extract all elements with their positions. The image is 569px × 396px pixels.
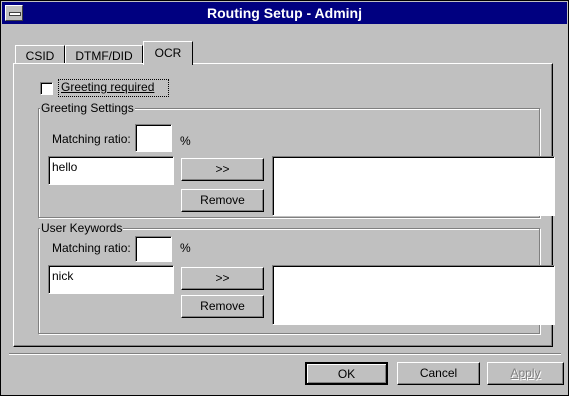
greeting-required-checkbox[interactable] [40, 82, 53, 95]
cancel-button[interactable]: Cancel [397, 362, 480, 385]
cancel-label: Cancel [419, 366, 458, 380]
add-arrows-icon: >> [215, 162, 230, 176]
ok-label: OK [337, 367, 356, 381]
keywords-matching-ratio-label: Matching ratio: [52, 241, 131, 255]
apply-button: Apply [487, 362, 564, 385]
greeting-add-button[interactable]: >> [181, 158, 264, 181]
routing-setup-dialog: Routing Setup - Adminj CSID DTMF/DID OCR… [0, 0, 569, 396]
keywords-remove-button[interactable]: Remove [181, 295, 264, 318]
footer-separator [9, 353, 561, 355]
keywords-add-button[interactable]: >> [181, 267, 264, 290]
greeting-keyword-list[interactable] [272, 156, 555, 216]
greeting-required-text: Greeting required [61, 80, 155, 94]
tab-label: DTMF/DID [75, 49, 133, 63]
ocr-tab-panel: Greeting required Greeting Settings Matc… [13, 63, 555, 347]
greeting-matching-ratio-label: Matching ratio: [52, 132, 131, 146]
tab-dtmf-did[interactable]: DTMF/DID [65, 45, 143, 64]
greeting-required-label[interactable]: Greeting required [61, 80, 154, 94]
user-keyword-input[interactable]: nick [48, 265, 174, 294]
greeting-matching-ratio-input[interactable] [135, 124, 172, 152]
tab-label: OCR [154, 46, 182, 60]
tab-csid[interactable]: CSID [15, 45, 65, 64]
window-title: Routing Setup - Adminj [206, 5, 362, 21]
greeting-percent-label: % [180, 134, 191, 148]
remove-label: Remove [200, 299, 245, 313]
greeting-remove-button[interactable]: Remove [181, 189, 264, 212]
apply-label: Apply [510, 366, 541, 380]
ok-button[interactable]: OK [305, 362, 388, 385]
tab-label: CSID [25, 49, 55, 63]
tab-ocr[interactable]: OCR [143, 41, 193, 65]
user-keywords-title: User Keywords [40, 221, 124, 235]
add-arrows-icon: >> [215, 271, 230, 285]
remove-label: Remove [200, 193, 245, 207]
keywords-percent-label: % [180, 241, 191, 255]
greeting-settings-title: Greeting Settings [40, 101, 135, 115]
title-bar[interactable]: Routing Setup - Adminj [2, 2, 567, 24]
user-keyword-list[interactable] [272, 265, 555, 325]
greeting-keyword-input[interactable]: hello [48, 156, 174, 185]
keywords-matching-ratio-input[interactable] [135, 236, 172, 262]
